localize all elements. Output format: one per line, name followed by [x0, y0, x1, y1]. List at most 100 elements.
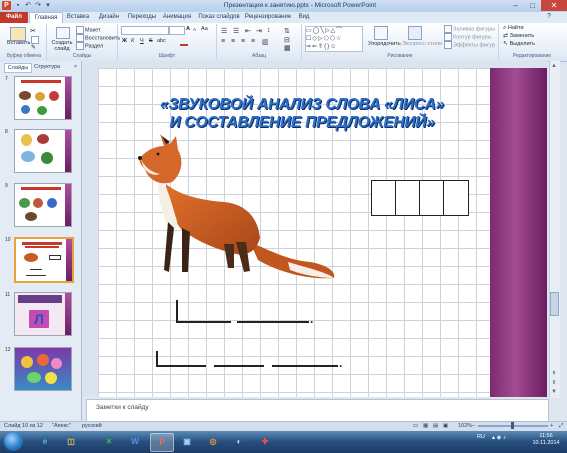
spacing-button[interactable]: abc	[157, 38, 166, 45]
zoom-out-button[interactable]: –	[472, 423, 475, 429]
smartart-icon[interactable]: ▦	[284, 44, 291, 52]
clear-format-button[interactable]: Аа	[201, 26, 208, 33]
maximize-button[interactable]: □	[524, 0, 541, 11]
tray-icons[interactable]: ▴ ◈ ♪	[492, 434, 506, 441]
font-name-select[interactable]	[121, 26, 169, 35]
slide-thumbnail-11[interactable]: Л	[14, 292, 72, 336]
paste-button[interactable]: Вставить	[7, 40, 30, 47]
quick-styles-icon[interactable]	[408, 26, 422, 40]
tab-slides[interactable]: Слайды	[4, 63, 32, 73]
indent-icon[interactable]: ⇤	[245, 27, 251, 35]
text-direction-icon[interactable]: ⇅	[284, 27, 290, 35]
arrange-button[interactable]: Упорядочить	[368, 41, 401, 48]
next-slide-icon[interactable]: ⇟	[549, 379, 559, 387]
redo-icon[interactable]: ↷	[34, 2, 42, 10]
normal-view-icon[interactable]: ▭	[413, 423, 418, 429]
copy-icon[interactable]	[31, 36, 39, 44]
line-spacing-icon[interactable]: ↕	[267, 27, 271, 34]
prev-slide-icon[interactable]: ⇞	[549, 370, 559, 378]
strikethrough-button[interactable]: S	[149, 38, 153, 45]
taskbar-media-icon[interactable]: ▣	[176, 433, 198, 450]
tab-review[interactable]: Рецензирование	[243, 12, 293, 23]
underline-button[interactable]: Ч	[140, 38, 144, 45]
powerpoint-app-icon[interactable]: P	[2, 1, 11, 10]
fit-slide-icon[interactable]: ⤢	[559, 423, 563, 430]
numbering-icon[interactable]: ☰	[233, 27, 239, 35]
new-slide-icon[interactable]	[56, 27, 70, 39]
slide-thumbnail-12[interactable]	[14, 347, 72, 391]
align-text-icon[interactable]: ⊟	[284, 36, 290, 44]
tab-view[interactable]: Вид	[294, 12, 314, 23]
taskbar-app-icon[interactable]: ◐	[228, 433, 250, 450]
tab-slideshow[interactable]: Показ слайдов	[196, 12, 242, 23]
scroll-up-icon[interactable]: ▲	[549, 62, 559, 70]
language-indicator[interactable]: русский	[82, 423, 102, 429]
shrink-font-button[interactable]: A	[193, 26, 196, 33]
tab-outline[interactable]: Структура	[31, 63, 63, 71]
tab-file[interactable]: Файл	[0, 12, 28, 23]
taskbar-explorer-icon[interactable]: ◫	[60, 433, 82, 450]
tab-insert[interactable]: Вставка	[63, 12, 93, 23]
outdent-icon[interactable]: ⇥	[256, 27, 262, 35]
taskbar-word-icon[interactable]: W	[124, 433, 146, 450]
sound-box-2[interactable]	[395, 180, 421, 216]
close-button[interactable]: ✕	[541, 0, 567, 11]
taskbar-powerpoint-icon[interactable]: P	[150, 433, 174, 452]
align-right-icon[interactable]: ≡	[241, 38, 245, 45]
reading-view-icon[interactable]: ▤	[433, 423, 438, 429]
taskbar-clock[interactable]: 11:56 10.11.2014	[530, 433, 562, 447]
sorter-view-icon[interactable]: ▦	[423, 423, 428, 429]
arrange-icon[interactable]	[374, 26, 388, 40]
section-button[interactable]: Раздел	[76, 42, 103, 50]
shape-effects-button[interactable]: Эффекты фигур	[444, 41, 495, 49]
zoom-level[interactable]: 102%	[458, 423, 472, 429]
scroll-down-icon[interactable]: ▼	[549, 388, 559, 396]
slide-title[interactable]: «ЗВУКОВОЙ АНАЛИЗ СЛОВА «ЛИСА» И СОСТАВЛЕ…	[118, 96, 486, 132]
font-size-select[interactable]	[169, 26, 185, 35]
sound-box-4[interactable]	[443, 180, 469, 216]
font-color-icon[interactable]	[180, 38, 188, 46]
find-button[interactable]: ⌕ Найти	[503, 25, 524, 32]
save-icon[interactable]: ▪	[14, 2, 22, 10]
align-left-icon[interactable]: ≡	[221, 38, 225, 45]
tab-design[interactable]: Дизайн	[94, 12, 124, 23]
notes-pane[interactable]	[86, 399, 549, 422]
start-button[interactable]	[4, 432, 23, 451]
align-center-icon[interactable]: ≡	[231, 38, 235, 45]
columns-icon[interactable]: ▥	[262, 38, 269, 46]
minimize-button[interactable]: –	[507, 0, 524, 11]
format-painter-icon[interactable]: ✎	[31, 44, 36, 51]
slideshow-view-icon[interactable]: ▣	[443, 423, 448, 429]
tab-transitions[interactable]: Переходы	[125, 12, 159, 23]
tray-language[interactable]: RU	[477, 434, 485, 440]
help-icon[interactable]: ?	[547, 13, 551, 20]
tab-animation[interactable]: Анимация	[159, 12, 195, 23]
taskbar-browser-icon[interactable]: ◎	[202, 433, 224, 450]
quick-access-dropdown-icon[interactable]: ▾	[44, 2, 52, 10]
italic-button[interactable]: К	[131, 38, 134, 45]
quick-styles-button[interactable]: Экспресс-стили	[402, 41, 442, 48]
new-slide-button[interactable]: Создать слайд	[51, 40, 73, 52]
zoom-slider-knob[interactable]	[511, 422, 514, 429]
slide-canvas[interactable]: «ЗВУКОВОЙ АНАЛИЗ СЛОВА «ЛИСА» И СОСТАВЛЕ…	[98, 68, 547, 397]
undo-icon[interactable]: ↶	[24, 2, 32, 10]
taskbar-excel-icon[interactable]: ✕	[98, 433, 120, 450]
justify-icon[interactable]: ≡	[251, 38, 255, 45]
scrollbar-thumb[interactable]	[550, 292, 559, 316]
zoom-in-button[interactable]: +	[550, 423, 553, 429]
taskbar-antivirus-icon[interactable]: ✚	[254, 433, 276, 450]
slide-thumbnail-10-selected[interactable]	[14, 237, 74, 283]
bold-button[interactable]: Ж	[122, 38, 127, 45]
vertical-scrollbar[interactable]	[549, 61, 560, 398]
tab-home[interactable]: Главная	[29, 12, 63, 23]
slide-thumbnail-8[interactable]	[14, 129, 72, 173]
panel-close-button[interactable]: ×	[72, 63, 79, 71]
shapes-gallery[interactable]: ▭◯╲▷△⌒ ☐◇▷⬠⬡☆ ⇒⇐⇑{}☺	[305, 26, 363, 52]
sound-box-1[interactable]	[371, 180, 397, 216]
bullets-icon[interactable]: ☰	[221, 27, 227, 35]
sound-box-3[interactable]	[419, 180, 445, 216]
select-button[interactable]: ↖ Выделить	[503, 41, 535, 48]
fox-image[interactable]	[138, 132, 338, 280]
slide-thumbnail-9[interactable]	[14, 183, 72, 227]
grow-font-button[interactable]: A	[186, 26, 190, 33]
